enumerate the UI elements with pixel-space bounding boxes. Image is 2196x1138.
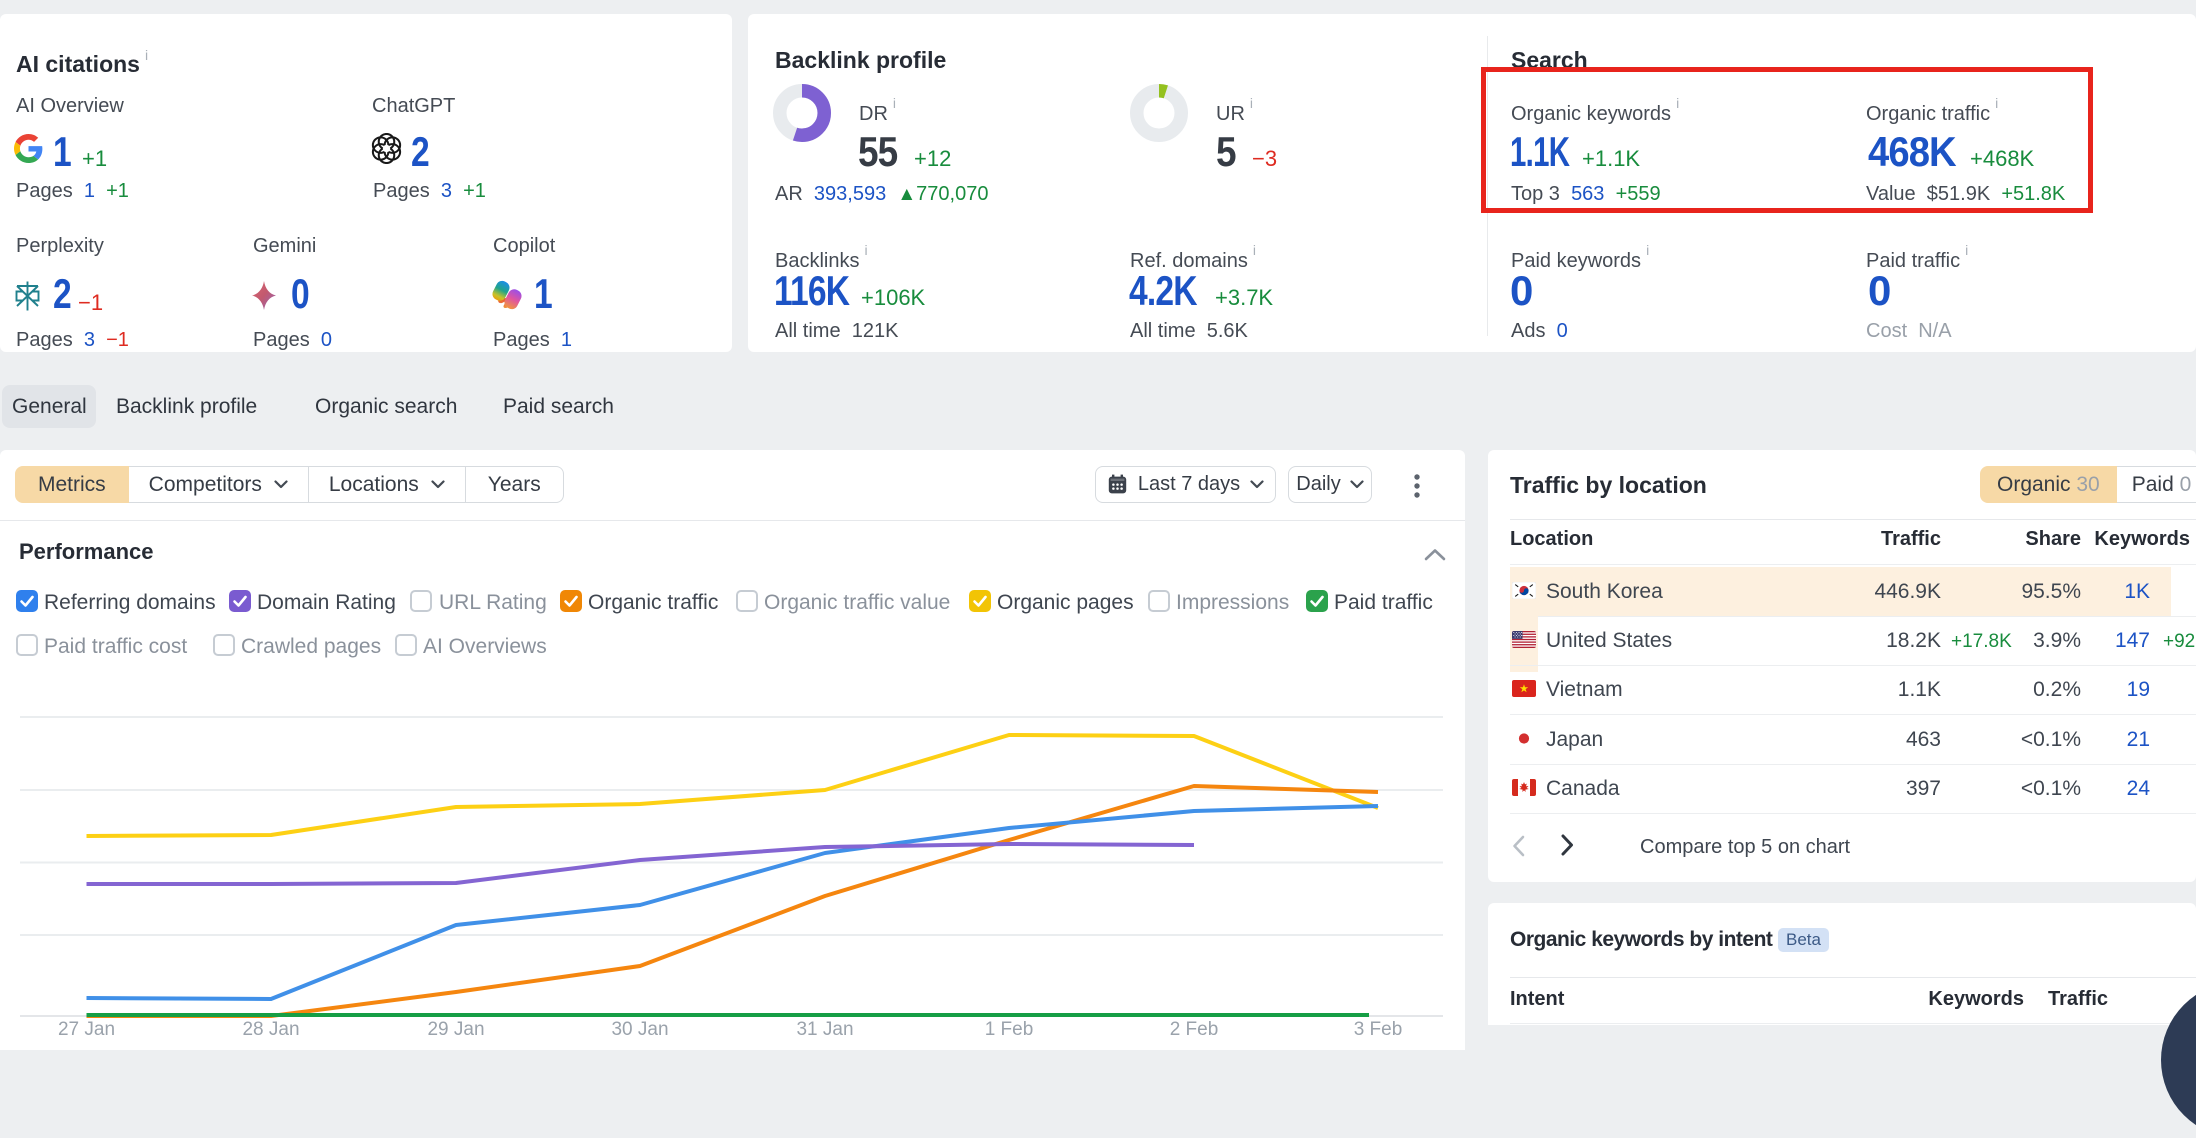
svg-text:29 Jan: 29 Jan (427, 1019, 484, 1040)
svg-text:3 Feb: 3 Feb (1354, 1019, 1403, 1040)
svg-text:27 Jan: 27 Jan (58, 1019, 115, 1040)
svg-text:31 Jan: 31 Jan (796, 1019, 853, 1040)
svg-text:30 Jan: 30 Jan (611, 1019, 668, 1040)
svg-text:28 Jan: 28 Jan (242, 1019, 299, 1040)
svg-text:1 Feb: 1 Feb (985, 1019, 1034, 1040)
svg-text:2 Feb: 2 Feb (1170, 1019, 1219, 1040)
